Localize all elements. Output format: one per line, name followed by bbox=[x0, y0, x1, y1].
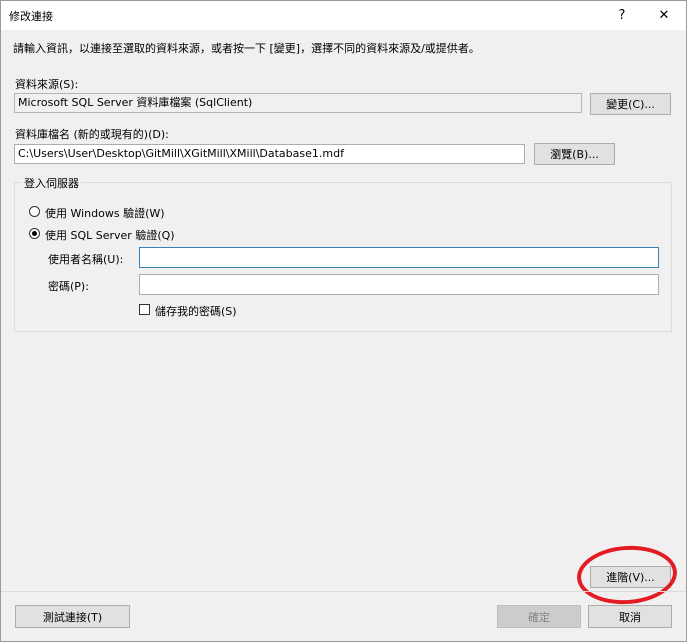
data-source-field: Microsoft SQL Server 資料庫檔案 (SqlClient) bbox=[14, 93, 582, 113]
sql-auth-label[interactable]: 使用 SQL Server 驗證(Q) bbox=[45, 227, 175, 243]
password-label: 密碼(P): bbox=[48, 280, 89, 293]
database-file-label: 資料庫檔名 (新的或現有的)(D): bbox=[15, 128, 169, 141]
close-icon: ✕ bbox=[658, 8, 670, 23]
windows-auth-label[interactable]: 使用 Windows 驗證(W) bbox=[45, 205, 165, 221]
instructions-text: 請輸入資訊，以連接至選取的資料來源，或者按一下 [變更]，選擇不同的資料來源及/… bbox=[13, 42, 480, 55]
username-input[interactable] bbox=[139, 247, 659, 268]
browse-button[interactable]: 瀏覽(B)... bbox=[534, 143, 615, 165]
windows-auth-radio[interactable] bbox=[29, 206, 40, 217]
test-connection-button[interactable]: 測試連接(T) bbox=[15, 605, 130, 628]
close-button[interactable]: ✕ bbox=[644, 1, 684, 30]
dialog-title: 修改連接 bbox=[9, 10, 53, 23]
ok-button[interactable]: 確定 bbox=[497, 605, 581, 628]
title-bar: 修改連接 ? ✕ bbox=[1, 1, 686, 30]
save-password-label[interactable]: 儲存我的密碼(S) bbox=[155, 303, 237, 319]
password-input[interactable] bbox=[139, 274, 659, 295]
login-group-label: 登入伺服器 bbox=[22, 175, 81, 191]
save-password-checkbox[interactable] bbox=[139, 304, 150, 315]
help-button[interactable]: ? bbox=[602, 1, 642, 30]
cancel-button[interactable]: 取消 bbox=[588, 605, 672, 628]
data-source-label: 資料來源(S): bbox=[15, 78, 79, 91]
annotation-highlight-oval bbox=[575, 542, 679, 608]
database-file-input[interactable]: C:\Users\User\Desktop\GitMill\XGitMill\X… bbox=[14, 144, 525, 164]
question-mark-icon: ? bbox=[618, 8, 626, 23]
footer-separator bbox=[1, 591, 686, 592]
username-label: 使用者名稱(U): bbox=[48, 253, 124, 266]
radio-selected-dot bbox=[32, 231, 37, 236]
sql-auth-radio[interactable] bbox=[29, 228, 40, 239]
change-data-source-button[interactable]: 變更(C)... bbox=[590, 93, 671, 115]
modify-connection-dialog: 修改連接 ? ✕ 請輸入資訊，以連接至選取的資料來源，或者按一下 [變更]，選擇… bbox=[0, 0, 687, 642]
